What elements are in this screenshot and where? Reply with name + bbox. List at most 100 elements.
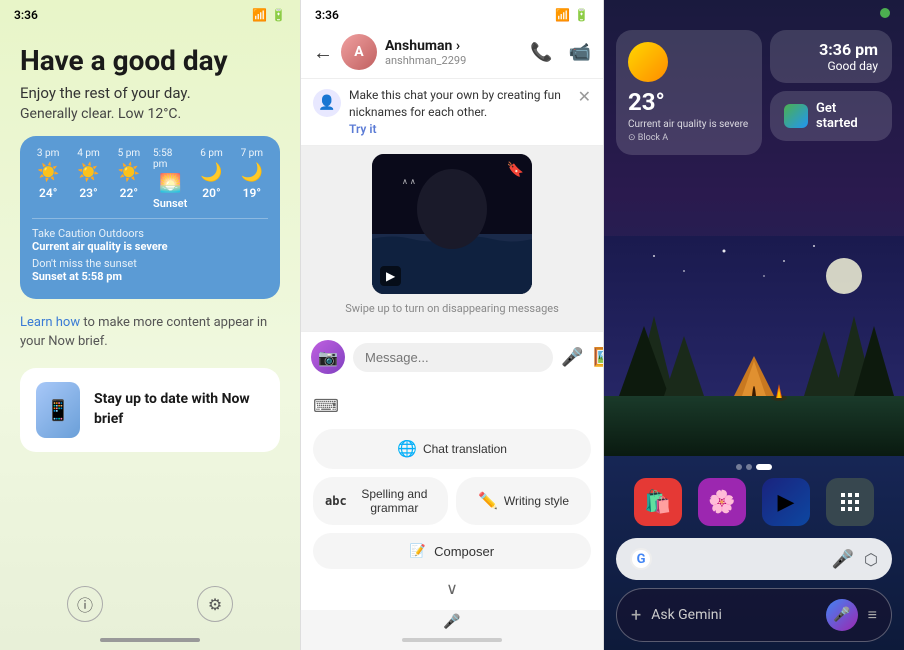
p2-video-icon[interactable]: 📹 (569, 42, 591, 63)
p1-temp-2: 22° (120, 186, 138, 200)
p3-app-flower[interactable]: 🌸 (698, 478, 746, 526)
p3-gemini-icon (784, 104, 808, 128)
p3-scene (604, 163, 904, 456)
p2-chevron-icon[interactable]: ∨ (446, 579, 458, 598)
p2-home-indicator (402, 638, 502, 642)
panel1-screen: 3:36 📶 🔋 Have a good day Enjoy the rest … (0, 0, 300, 650)
p1-now-card[interactable]: 📱 Stay up to date with Now brief (20, 368, 280, 452)
p1-settings-button[interactable]: ⚙ (197, 586, 233, 622)
p1-alert-label: Take Caution Outdoors (32, 227, 268, 240)
p2-play-icon[interactable]: ▶ (380, 266, 401, 286)
p2-banner-close[interactable]: ✕ (578, 87, 591, 106)
p2-status-icons: 📶 🔋 (555, 8, 589, 22)
p1-icon-5: 🌙 (241, 162, 263, 183)
p1-weather-col-4: 6 pm 🌙 20° (195, 148, 227, 210)
p3-sun-icon (628, 42, 668, 82)
p2-writing-btn[interactable]: ✏️ Writing style (456, 477, 591, 525)
p2-mic-icon[interactable]: 🎤 (561, 347, 583, 368)
p3-plus-icon[interactable]: + (631, 605, 641, 626)
p1-learn-link[interactable]: Learn how (20, 315, 80, 330)
p1-content: Have a good day Enjoy the rest of your d… (0, 26, 300, 576)
p3-app-shop[interactable]: 🛍️ (634, 478, 682, 526)
p2-contact-username: anshhman_2299 (385, 54, 522, 67)
p2-contact-name: Anshuman › (385, 38, 522, 54)
p2-suggestions: ⌨ 🌐 Chat translation abc Spelling and gr… (301, 382, 603, 610)
p1-alert: Take Caution Outdoors Current air qualit… (32, 227, 268, 253)
p1-weather-col-0: 3 pm ☀️ 24° (32, 148, 64, 210)
p1-weather-col-5: 7 pm 🌙 19° (236, 148, 268, 210)
p1-icon-3: 🌅 (159, 173, 181, 194)
p3-gemini-widget[interactable]: Get started (770, 91, 892, 141)
p2-chat-translation-btn[interactable]: 🌐 Chat translation (313, 429, 591, 469)
p2-chat-area: 🔖 ∧ ∧ ▶ Swipe up to turn on disappearing… (301, 146, 603, 331)
p1-icon-2: ☀️ (118, 162, 140, 183)
p1-time-0: 3 pm (37, 148, 60, 159)
p2-mic-row: 🎤 (301, 610, 603, 634)
p2-composer-label: Composer (434, 544, 494, 559)
p2-message-input[interactable] (353, 343, 553, 372)
p3-widgets: 23° Current air quality is severe ⊙ Bloc… (604, 22, 904, 163)
p2-banner: 👤 Make this chat your own by creating fu… (301, 79, 603, 146)
p2-banner-icon: 👤 (313, 89, 341, 117)
p1-status-icons: 📶 🔋 (252, 8, 286, 22)
p2-header-icons: 📞 📹 (530, 42, 591, 63)
p1-greeting: Have a good day (20, 44, 280, 78)
p2-chat-image: 🔖 ∧ ∧ ▶ (372, 154, 532, 294)
p2-avatar: A (341, 34, 377, 70)
p2-bookmark-icon[interactable]: 🔖 (507, 162, 524, 178)
p3-status-dot (880, 8, 890, 18)
p3-search-lens-icon[interactable]: ⬡ (864, 550, 878, 569)
p3-weather-widget: 23° Current air quality is severe ⊙ Bloc… (616, 30, 762, 155)
p1-home-indicator (100, 638, 200, 642)
panel2-screen: 3:36 📶 🔋 ← A Anshuman › anshhman_2299 📞 … (300, 0, 604, 650)
p2-composer-btn[interactable]: 📝 Composer (313, 533, 591, 569)
p1-learn-text: Learn how to make more content appear in… (20, 313, 280, 352)
p3-app-play[interactable]: ▶ (762, 478, 810, 526)
p3-bars-icon[interactable]: ≡ (868, 605, 877, 625)
p1-weather-col-1: 4 pm ☀️ 23° (72, 148, 104, 210)
p3-google-search-bar[interactable]: G 🎤 ⬡ (616, 538, 892, 580)
p1-alert-value: Current air quality is severe (32, 240, 268, 253)
p2-contact-info: Anshuman › anshhman_2299 (385, 38, 522, 67)
p2-spelling-icon: abc (325, 494, 347, 508)
p3-gemini-mic-button[interactable]: 🎤 (826, 599, 858, 631)
p2-camera-button[interactable]: 📷 (311, 340, 345, 374)
p3-time-widget: 3:36 pm Good day (770, 30, 892, 83)
p2-writing-label: Writing style (504, 494, 569, 508)
p1-info-button[interactable]: ⓘ (67, 586, 103, 622)
p2-battery-icon: 🔋 (574, 8, 589, 22)
p1-temp-0: 24° (39, 186, 57, 200)
p3-dot-1 (746, 464, 752, 470)
p2-banner-link[interactable]: Try it (349, 122, 376, 136)
p3-weather-desc: Current air quality is severe (628, 118, 750, 131)
svg-text:∧ ∧: ∧ ∧ (402, 177, 416, 186)
p1-sunset-label: Don't miss the sunset (32, 257, 268, 270)
p2-translation-label: Chat translation (423, 442, 507, 456)
p1-time-3: 5:58 pm (153, 148, 187, 170)
p2-spelling-btn[interactable]: abc Spelling and grammar (313, 477, 448, 525)
p2-call-icon[interactable]: 📞 (530, 42, 552, 63)
p2-header: ← A Anshuman › anshhman_2299 📞 📹 (301, 26, 603, 79)
p1-time-2: 5 pm (118, 148, 141, 159)
p2-input-bar: 📷 🎤 🖼️ 😊 ⊕ (301, 331, 603, 382)
p2-writing-icon: ✏️ (478, 491, 498, 511)
panel3-screen: 23° Current air quality is severe ⊙ Bloc… (604, 0, 904, 650)
p1-bottom-bar: ⓘ ⚙ (0, 576, 300, 638)
p2-photo-icon[interactable]: 🖼️ (593, 347, 604, 368)
p1-weather-card: 3 pm ☀️ 24° 4 pm ☀️ 23° 5 pm ☀️ 22° 5:58… (20, 136, 280, 299)
p3-app-grid[interactable] (826, 478, 874, 526)
p3-gemini-bar[interactable]: + Ask Gemini 🎤 ≡ (616, 588, 892, 642)
p2-back-button[interactable]: ← (313, 40, 333, 65)
p1-time-1: 4 pm (77, 148, 100, 159)
p1-sunset-value: Sunset at 5:58 pm (32, 270, 268, 283)
p3-gemini-label: Get started (816, 101, 878, 131)
p1-now-icon: 📱 (36, 382, 80, 438)
p3-search-mic-icon[interactable]: 🎤 (832, 549, 854, 570)
p2-bottom-mic-icon: 🎤 (443, 614, 460, 630)
p3-weather-temp: 23° (628, 88, 750, 116)
p3-google-logo: G (630, 548, 652, 570)
p1-divider (32, 218, 268, 219)
p1-temp-4: 20° (202, 186, 220, 200)
p1-subtitle: Enjoy the rest of your day. (20, 84, 280, 102)
p2-chevron-row: ∨ (301, 573, 603, 604)
